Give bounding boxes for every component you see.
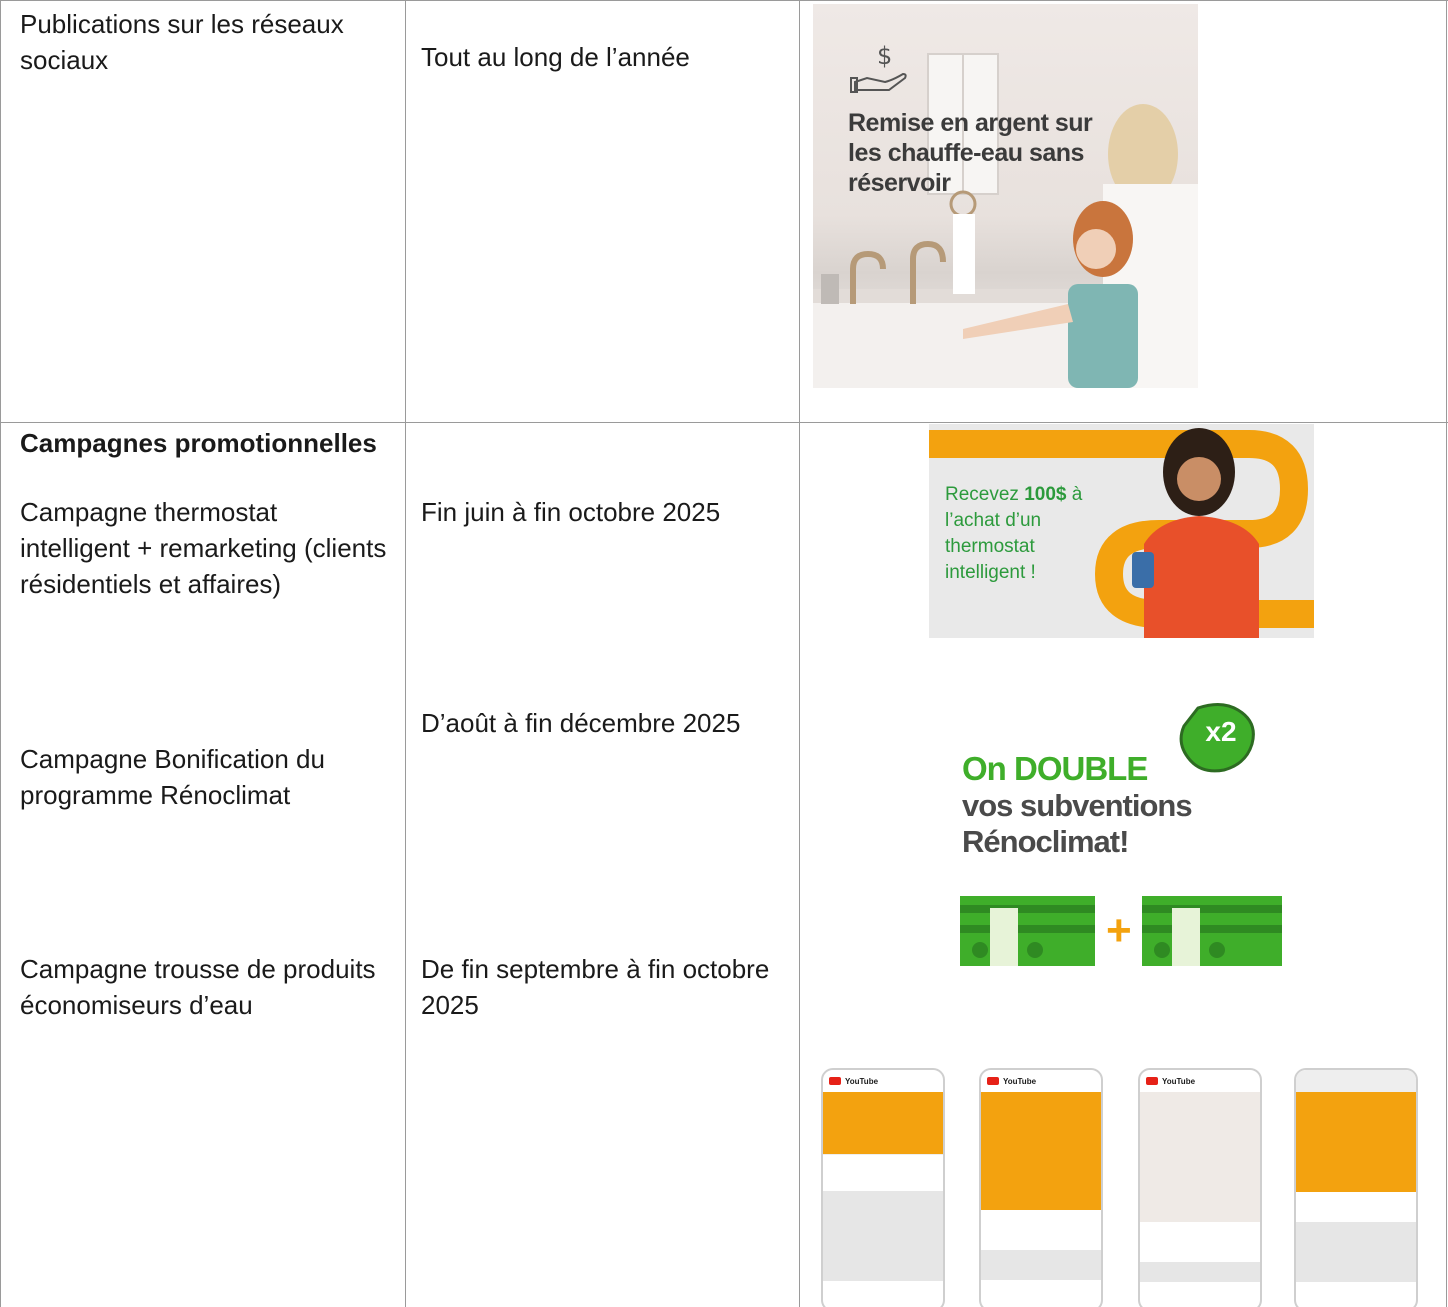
channel-water-kit: Campagne trousse de produits économiseur…	[20, 954, 376, 1020]
youtube-header: YouTube	[823, 1070, 943, 1092]
video-area	[1296, 1222, 1416, 1282]
water-heater-promo-title: Remise en argent sur les chauffe-eau san…	[848, 109, 1093, 197]
renoclimat-promo-image: x2 On DOUBLE vos subventions Rénoclimat!…	[940, 700, 1300, 980]
phone-mockup-1: YouTube	[821, 1068, 945, 1307]
money-stack-left	[960, 896, 1095, 966]
phone-header	[1296, 1070, 1416, 1092]
plus-sign: +	[1106, 906, 1132, 955]
ad-text-area	[1140, 1222, 1260, 1262]
phone-mockup-4	[1294, 1068, 1418, 1307]
ad-banner	[1296, 1092, 1416, 1192]
ad-text-area	[823, 1154, 943, 1191]
table-border-right	[1446, 0, 1447, 1307]
thermostat-amount: 100$	[1024, 484, 1067, 505]
water-heater-promo-image: $ Remise en argent sur les chauffe-eau s…	[813, 4, 1198, 388]
water-kit-phone-mockups: YouTube YouTube YouTube	[813, 1062, 1443, 1307]
svg-text:$: $	[877, 42, 892, 70]
youtube-logo-icon	[829, 1077, 841, 1085]
youtube-label: YouTube	[845, 1076, 879, 1086]
video-area	[1140, 1262, 1260, 1282]
period-water-kit: De fin septembre à fin octobre 2025	[421, 954, 770, 1020]
ad-banner	[981, 1092, 1101, 1210]
x2-badge: x2	[1205, 716, 1237, 747]
phone-mockup-2: YouTube	[979, 1068, 1103, 1307]
ad-banner	[1140, 1092, 1260, 1222]
ad-banner	[823, 1092, 943, 1154]
youtube-logo-icon	[987, 1077, 999, 1085]
column-divider-1	[405, 0, 406, 1307]
cash-hand-icon: $	[850, 42, 907, 93]
row-divider	[0, 422, 1448, 423]
channel-thermostat: Campagne thermostat intelligent + remark…	[20, 497, 387, 599]
section-heading: Campagnes promotionnelles	[20, 428, 377, 458]
ad-text-area	[1296, 1192, 1416, 1222]
content-table: Publications sur les réseaux sociaux Tou…	[0, 0, 1448, 1307]
thermostat-text-prefix: Recevez	[945, 484, 1025, 505]
period-renoclimat: D’août à fin décembre 2025	[421, 708, 741, 738]
youtube-header: YouTube	[981, 1070, 1101, 1092]
period-thermostat: Fin juin à fin octobre 2025	[421, 497, 721, 527]
renoclimat-line1: On DOUBLE	[962, 750, 1148, 787]
phone-mockup-3: YouTube	[1138, 1068, 1262, 1307]
thermostat-promo-image: Recevez 100$ à l’achat d’un thermostat i…	[929, 424, 1314, 638]
youtube-label: YouTube	[1003, 1076, 1037, 1086]
channel-renoclimat: Campagne Bonification du programme Rénoc…	[20, 744, 325, 810]
ad-text-area	[981, 1210, 1101, 1250]
column-divider-2	[799, 0, 800, 1307]
renoclimat-line2: vos subventions Rénoclimat!	[962, 788, 1193, 859]
video-area	[823, 1191, 943, 1281]
channel-social-posts: Publications sur les réseaux sociaux	[20, 9, 344, 75]
youtube-logo-icon	[1146, 1077, 1158, 1085]
money-stack-right	[1142, 896, 1282, 966]
table-border-top	[0, 0, 1448, 1]
video-area	[981, 1250, 1101, 1280]
thermostat-promo-text: Recevez 100$ à l’achat d’un thermostat i…	[945, 482, 1095, 586]
youtube-header: YouTube	[1140, 1070, 1260, 1092]
youtube-label: YouTube	[1162, 1076, 1196, 1086]
table-border-left	[0, 0, 1, 1307]
period-social-posts: Tout au long de l’année	[421, 42, 690, 72]
